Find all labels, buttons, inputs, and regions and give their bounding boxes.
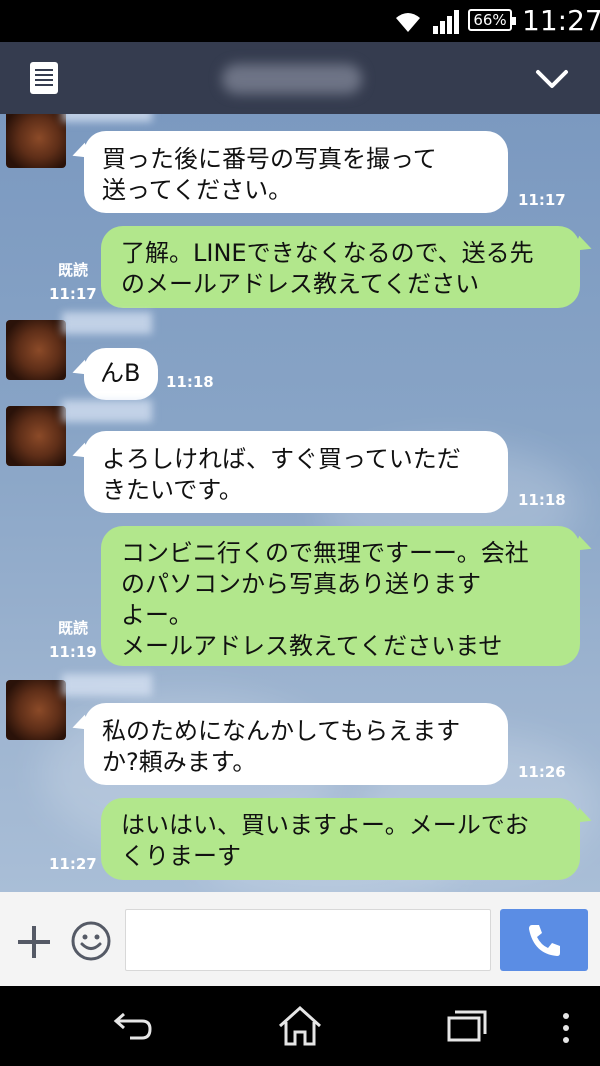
message-time: 11:18 <box>166 373 214 391</box>
chevron-down-icon[interactable] <box>532 60 572 96</box>
message-time: 11:27 <box>49 855 97 873</box>
avatar[interactable] <box>6 114 66 168</box>
message-bubble-incoming[interactable]: んB <box>84 348 158 400</box>
message-time: 11:17 <box>49 285 97 303</box>
battery-indicator: 66% <box>468 9 516 31</box>
message-line: 買った後に番号の写真を撮って <box>102 145 437 173</box>
clock: 11:27 <box>522 4 600 37</box>
plus-icon[interactable] <box>16 924 52 960</box>
read-receipt: 既読 <box>57 619 88 637</box>
message-line: メールアドレス教えてくださいませ <box>121 632 503 660</box>
message-bubble-outgoing[interactable]: 了解。LINEできなくなるので、送る先 のメールアドレス教えてください <box>101 226 580 308</box>
avatar[interactable] <box>6 680 66 740</box>
chat-title-blurred <box>222 64 362 94</box>
message-line: はいはい、買いますよー。メールでお <box>121 811 529 839</box>
avatar[interactable] <box>6 406 66 466</box>
message-time: 11:18 <box>518 491 566 509</box>
system-navigation-bar <box>0 986 600 1066</box>
message-line: よろしければ、すぐ買っていただ <box>102 445 461 473</box>
status-bar: 66% 11:27 <box>0 0 600 42</box>
call-button[interactable] <box>500 909 588 971</box>
back-icon[interactable] <box>112 1008 156 1044</box>
recent-apps-icon[interactable] <box>446 1008 488 1044</box>
message-line: コンビニ行くので無理ですーー。会社 <box>121 539 529 567</box>
avatar[interactable] <box>6 320 66 380</box>
menu-list-icon[interactable] <box>30 62 58 94</box>
message-line: 私のためになんかしてもらえます <box>102 717 461 745</box>
chat-history[interactable]: 買った後に番号の写真を撮って 送ってください。 11:17 既読 11:17 了… <box>0 114 600 892</box>
message-line: 了解。LINEできなくなるので、送る先 <box>121 239 534 267</box>
sender-name-blurred <box>62 114 152 122</box>
message-line: よー。 <box>121 601 193 629</box>
message-bubble-outgoing[interactable]: はいはい、買いますよー。メールでお くりまーす <box>101 798 580 880</box>
message-line: のメールアドレス教えてください <box>121 270 480 298</box>
chat-header <box>0 42 600 114</box>
message-bubble-incoming[interactable]: 買った後に番号の写真を撮って 送ってください。 <box>84 131 508 213</box>
message-bubble-incoming[interactable]: よろしければ、すぐ買っていただ きたいです。 <box>84 431 508 513</box>
more-vert-icon[interactable] <box>560 1012 572 1044</box>
read-receipt: 既読 <box>57 261 88 279</box>
message-bubble-incoming[interactable]: 私のためになんかしてもらえます か?頼みます。 <box>84 703 508 785</box>
message-input[interactable] <box>125 909 491 971</box>
message-line: きたいです。 <box>102 476 243 504</box>
sender-name-blurred <box>62 312 152 334</box>
home-icon[interactable] <box>276 1004 324 1048</box>
message-line: 送ってください。 <box>102 176 293 204</box>
wifi-icon <box>396 13 420 32</box>
phone-icon <box>529 925 560 956</box>
message-time: 11:19 <box>49 643 97 661</box>
message-line: くりまーす <box>121 842 241 870</box>
sender-name-blurred <box>62 674 152 696</box>
message-time: 11:26 <box>518 763 566 781</box>
message-bubble-outgoing[interactable]: コンビニ行くので無理ですーー。会社 のパソコンから写真あり送ります よー。 メー… <box>101 526 580 666</box>
signal-icon <box>433 10 459 34</box>
message-time: 11:17 <box>518 191 566 209</box>
emoji-icon[interactable] <box>70 920 112 962</box>
message-line: んB <box>100 359 141 387</box>
sender-name-blurred <box>62 400 152 422</box>
message-line: のパソコンから写真あり送ります <box>121 570 481 598</box>
message-line: か?頼みます。 <box>102 748 257 776</box>
